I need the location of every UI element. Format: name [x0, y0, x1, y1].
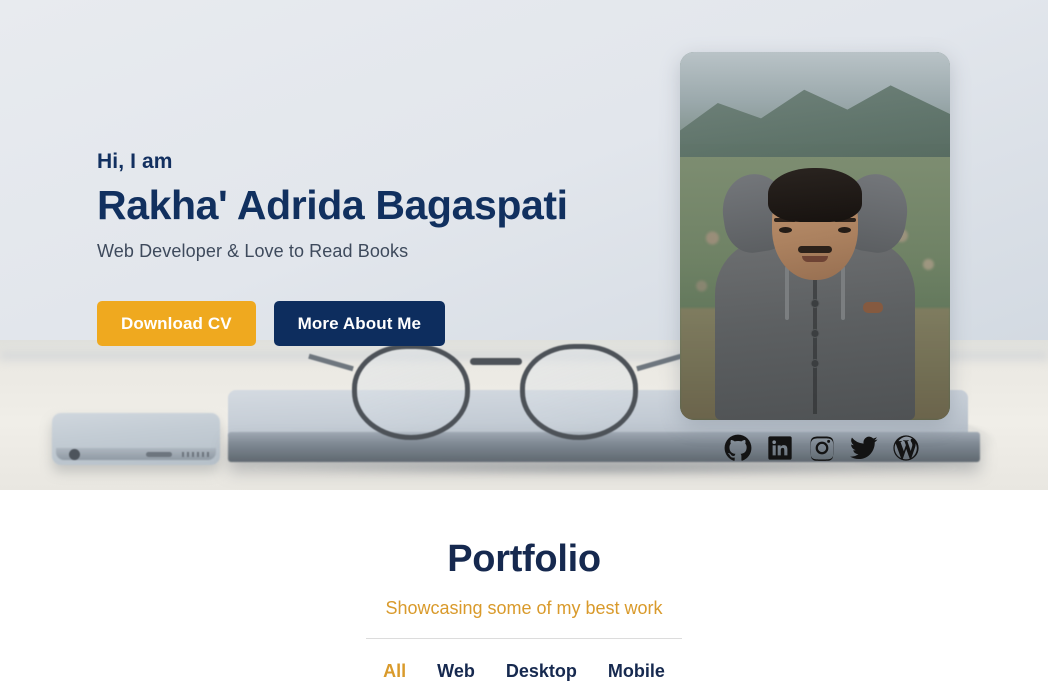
- hero-name: Rakha' Adrida Bagaspati: [97, 182, 568, 228]
- filter-all[interactable]: All: [383, 661, 406, 682]
- social-links: [724, 434, 920, 462]
- linkedin-icon[interactable]: [766, 434, 794, 462]
- glasses-bridge: [470, 358, 522, 365]
- profile-photo: [680, 52, 950, 420]
- person-hair: [768, 168, 862, 222]
- person-drawstring-left: [785, 266, 789, 320]
- download-cv-button[interactable]: Download CV: [97, 301, 256, 346]
- more-about-me-button[interactable]: More About Me: [273, 301, 446, 346]
- portfolio-section: Portfolio Showcasing some of my best wor…: [0, 490, 1048, 700]
- portfolio-filter-bar: All Web Desktop Mobile: [0, 661, 1048, 682]
- github-icon[interactable]: [724, 434, 752, 462]
- filter-desktop[interactable]: Desktop: [506, 661, 577, 682]
- filter-web[interactable]: Web: [437, 661, 475, 682]
- laptop-shadow: [240, 460, 970, 476]
- person-mouth: [802, 256, 828, 262]
- person-drawstring-right: [841, 266, 845, 320]
- hero-tagline: Web Developer & Love to Read Books: [97, 240, 409, 261]
- person-button: [810, 299, 820, 308]
- hero-section: Hi, I am Rakha' Adrida Bagaspati Web Dev…: [0, 0, 1048, 490]
- smartphone-port: [146, 452, 172, 457]
- person-button: [810, 329, 820, 338]
- hero-button-group: Download CV More About Me: [97, 301, 446, 346]
- wordpress-icon[interactable]: [892, 434, 920, 462]
- smartphone-jack: [69, 449, 80, 460]
- glasses-lens-left: [352, 344, 470, 440]
- person-eye-left: [838, 227, 851, 233]
- hero-greeting: Hi, I am: [97, 150, 173, 173]
- portfolio-divider: [366, 638, 682, 639]
- twitter-icon[interactable]: [850, 434, 878, 462]
- glasses-lens-right: [520, 344, 638, 440]
- person-eye-right: [779, 227, 792, 233]
- portfolio-subtitle: Showcasing some of my best work: [385, 598, 663, 618]
- person-button: [810, 359, 820, 368]
- person-moustache: [798, 246, 832, 253]
- hero-text-block: Hi, I am Rakha' Adrida Bagaspati Web Dev…: [97, 150, 568, 262]
- person-hoodie-logo: [863, 302, 883, 313]
- smartphone-speaker: [182, 452, 210, 457]
- instagram-icon[interactable]: [808, 434, 836, 462]
- portfolio-title: Portfolio: [447, 538, 601, 580]
- eyeglasses-object: [308, 336, 682, 452]
- filter-mobile[interactable]: Mobile: [608, 661, 665, 682]
- photo-person: [715, 168, 915, 420]
